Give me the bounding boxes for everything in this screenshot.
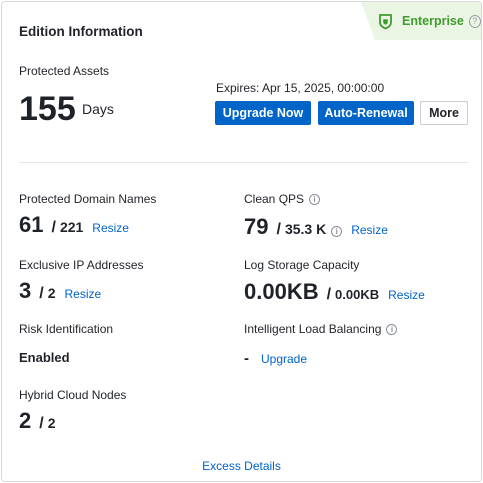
protected-assets-unit: Days	[82, 101, 114, 117]
divider	[19, 162, 468, 163]
qps-used: 79	[244, 214, 269, 239]
domains-value: 61 / 221 Resize	[19, 212, 129, 238]
ips-value: 3 / 2 Resize	[19, 278, 101, 304]
domains-label: Protected Domain Names	[19, 192, 156, 206]
qps-value: 79 / 35.3 K i Resize	[244, 214, 388, 240]
domains-used: 61	[19, 212, 44, 237]
auto-renewal-button[interactable]: Auto-Renewal	[318, 101, 414, 125]
risk-status: Enabled	[19, 350, 70, 365]
risk-label: Risk Identification	[19, 322, 113, 336]
ips-used: 3	[19, 278, 32, 303]
edition-badge: Enterprise ?	[361, 2, 481, 40]
upgrade-now-button[interactable]: Upgrade Now	[215, 101, 311, 125]
slash: /	[51, 219, 56, 236]
qps-total: 35.3 K	[284, 221, 327, 237]
log-storage-used: 0.00KB	[244, 279, 319, 304]
info-circle-icon[interactable]: i	[309, 193, 321, 205]
slash: /	[39, 285, 44, 302]
hybrid-used: 2	[19, 408, 32, 433]
risk-label-text: Risk Identification	[19, 322, 114, 336]
load-balancing-label-text: Intelligent Load Balancing	[244, 322, 382, 336]
qps-label-text: Clean QPS	[244, 192, 305, 206]
log-storage-value: 0.00KB / 0.00KB Resize	[244, 279, 425, 305]
expiry-date: Expires: Apr 15, 2025, 00:00:00	[216, 81, 385, 95]
protected-assets-label: Protected Assets	[19, 64, 110, 78]
ips-label-text: Exclusive IP Addresses	[19, 258, 144, 272]
info-circle-icon[interactable]: i	[386, 323, 398, 335]
log-storage-label: Log Storage Capacity	[244, 258, 359, 272]
qps-label: Clean QPS i	[244, 192, 321, 206]
card-title: Edition Information	[19, 24, 143, 39]
hybrid-label: Hybrid Cloud Nodes	[19, 388, 126, 402]
shield-icon	[377, 13, 394, 30]
hybrid-value: 2 / 2	[19, 408, 56, 434]
load-balancing-upgrade-link[interactable]: Upgrade	[261, 352, 307, 366]
log-storage-resize-link[interactable]: Resize	[388, 288, 425, 302]
load-balancing-status: -	[244, 350, 249, 367]
log-storage-total: 0.00KB	[335, 287, 380, 302]
info-circle-icon[interactable]: i	[331, 226, 343, 237]
slash: /	[326, 286, 332, 303]
slash: /	[276, 221, 281, 238]
load-balancing-label: Intelligent Load Balancing i	[244, 322, 398, 336]
slash: /	[39, 415, 44, 432]
domains-label-text: Protected Domain Names	[19, 192, 157, 206]
ips-resize-link[interactable]: Resize	[65, 287, 102, 301]
help-circle-icon[interactable]: ?	[468, 14, 481, 28]
hybrid-total: 2	[47, 415, 56, 431]
edition-label: Enterprise	[402, 14, 464, 28]
ips-label: Exclusive IP Addresses	[19, 258, 144, 272]
domains-resize-link[interactable]: Resize	[92, 221, 129, 235]
hybrid-label-text: Hybrid Cloud Nodes	[19, 388, 127, 402]
domains-total: 221	[59, 219, 84, 235]
load-balancing-value: - Upgrade	[244, 350, 307, 367]
more-button[interactable]: More	[420, 101, 468, 125]
edition-card: Enterprise ? Edition Information Protect…	[1, 1, 482, 482]
excess-details-link[interactable]: Excess Details	[2, 459, 481, 473]
protected-assets-value: 155	[19, 90, 76, 128]
ips-total: 2	[47, 285, 56, 301]
log-storage-label-text: Log Storage Capacity	[244, 258, 360, 272]
qps-resize-link[interactable]: Resize	[351, 223, 388, 237]
